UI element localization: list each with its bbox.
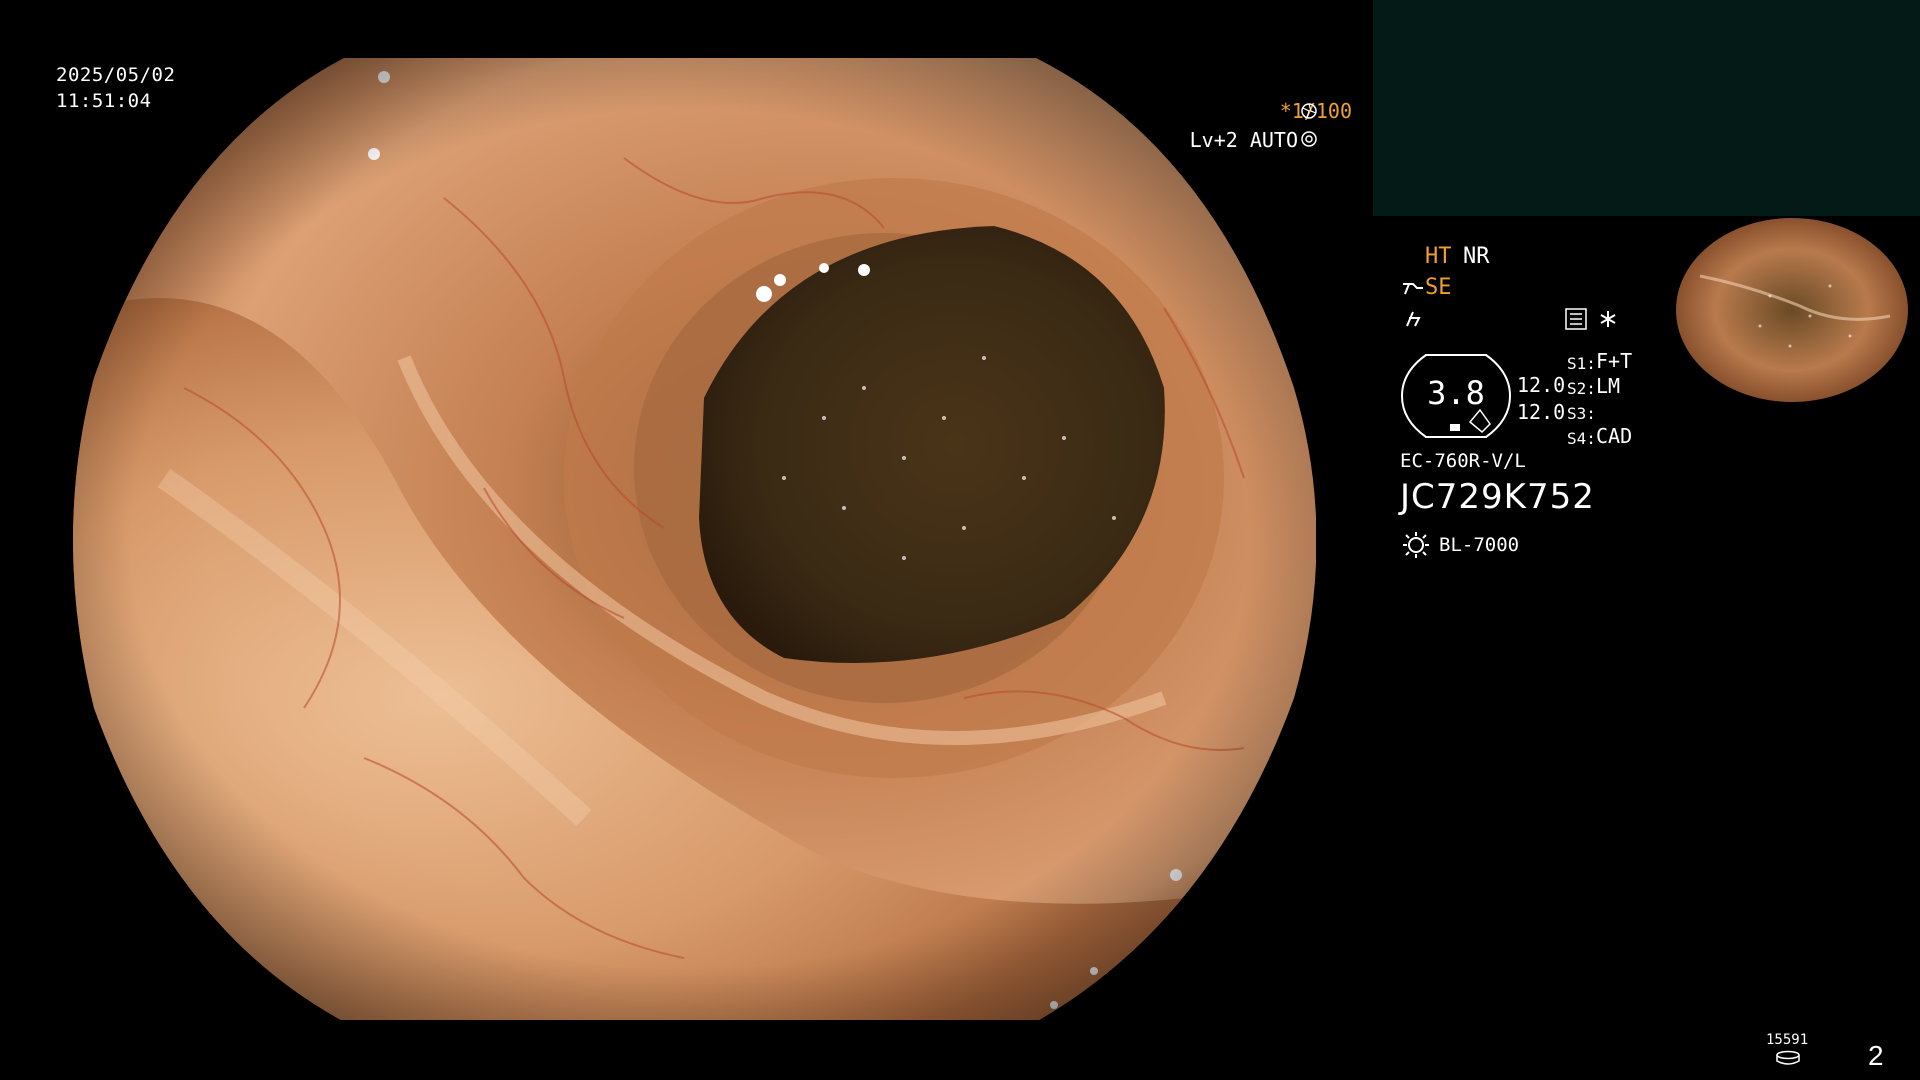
endoscope-image [73, 58, 1316, 1020]
s4-value: CAD [1596, 424, 1633, 448]
scope-tip-icon [1403, 283, 1423, 295]
time-label: 11:51:04 [56, 90, 152, 112]
light-source: BL-7000 [1439, 534, 1520, 556]
s2-label: S2: [1567, 379, 1596, 398]
light-source-icon [1403, 532, 1429, 558]
s1-value: F+T [1596, 349, 1633, 373]
shutter-icon [1301, 103, 1317, 119]
s2-value: LM [1596, 374, 1621, 398]
settings-list-icon [1565, 308, 1587, 330]
level-auto: Lv+2 AUTO [1189, 128, 1298, 152]
scope-model: EC-760R-V/L [1400, 450, 1526, 472]
s1-label: S1: [1567, 354, 1596, 373]
nr-label: NR [1463, 244, 1490, 269]
ht-label: HT [1425, 244, 1452, 269]
flash-icon [1406, 311, 1421, 327]
shutter-speed: *1/100 [1279, 99, 1352, 123]
storage-count: 15591 [1766, 1032, 1809, 1048]
se-label: SE [1425, 275, 1452, 300]
thumbnail-image [1670, 216, 1920, 402]
page-number: 2 [1868, 1040, 1884, 1071]
distance-1: 12.0 [1517, 373, 1566, 397]
pip-panel [1373, 0, 1920, 216]
s4-label: S4: [1567, 429, 1596, 448]
date-label: 2025/05/02 [56, 64, 176, 86]
storage-icon [1776, 1050, 1800, 1065]
asterisk-icon [1600, 311, 1616, 327]
auto-icon [1301, 131, 1317, 147]
s3-label: S3: [1567, 404, 1596, 423]
capsule-value: 3.8 [1427, 374, 1485, 412]
scope-serial: JC729K752 [1400, 477, 1595, 517]
distance-2: 12.0 [1517, 400, 1566, 424]
